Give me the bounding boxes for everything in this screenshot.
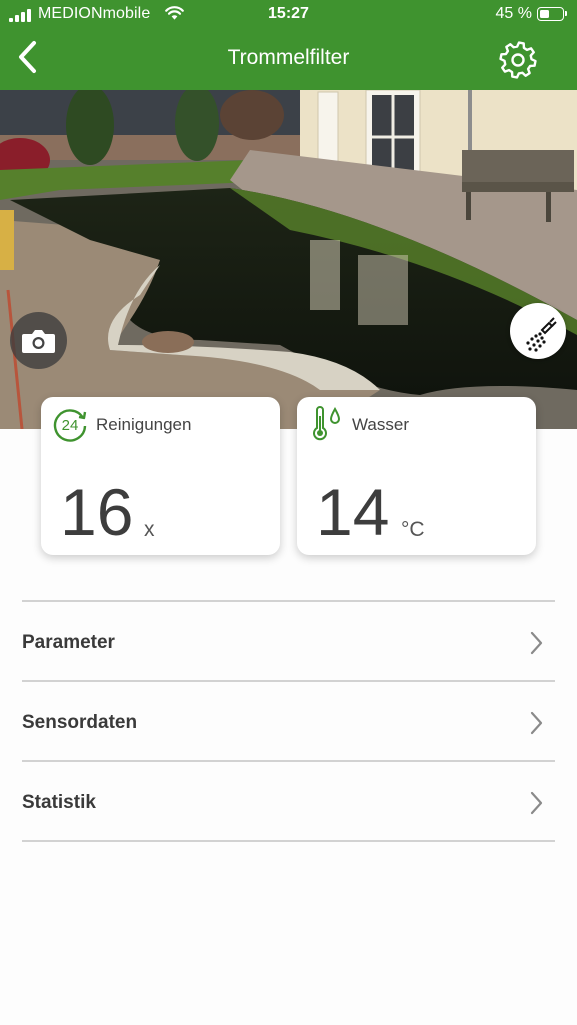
menu-item-label: Sensordaten <box>22 712 138 733</box>
cleanings-label: Reinigungen <box>96 415 192 434</box>
water-temperature-card[interactable]: Wasser 14 °C <box>297 397 536 555</box>
divider <box>22 840 555 842</box>
menu-item-label: Statistik <box>22 792 96 813</box>
spray-icon <box>526 317 557 352</box>
chevron-right-icon <box>530 791 543 815</box>
pond-photo-image <box>0 90 577 429</box>
chevron-right-icon <box>530 711 543 735</box>
menu-item-label: Parameter <box>22 632 115 653</box>
chevron-right-icon <box>530 631 543 655</box>
cleanings-card[interactable]: 24 Reinigungen 16 x <box>41 397 280 555</box>
water-label: Wasser <box>352 415 409 434</box>
menu-item-sensordaten[interactable]: Sensordaten <box>22 682 555 760</box>
clock-icon-text: 24 <box>62 417 79 434</box>
thermometer-water-icon <box>313 406 341 441</box>
camera-icon <box>22 330 55 353</box>
status-time: 15:27 <box>268 5 309 22</box>
status-bar: MEDIONmobile 15:27 45 % <box>0 0 577 30</box>
menu-item-parameter[interactable]: Parameter <box>22 602 555 680</box>
menu-item-statistik[interactable]: Statistik <box>22 762 555 840</box>
battery-icon <box>537 7 567 21</box>
cleanings-value: 16 <box>60 475 134 549</box>
settings-gear-icon[interactable] <box>497 39 539 81</box>
water-temperature-unit: °C <box>401 518 425 541</box>
clean-spray-button[interactable] <box>510 303 566 359</box>
battery-percentage: 45 % <box>495 5 532 22</box>
settings-menu: Parameter Sensordaten Statistik <box>22 600 555 842</box>
pond-photo <box>0 90 577 429</box>
water-temperature-value: 14 <box>316 475 390 549</box>
cleanings-unit: x <box>144 518 155 541</box>
camera-button[interactable] <box>10 312 67 369</box>
24-hour-clock-icon: 24 <box>53 409 87 442</box>
page-title: Trommelfilter <box>227 46 350 69</box>
app-header: MEDIONmobile 15:27 45 % Trommelfilter <box>0 0 577 90</box>
